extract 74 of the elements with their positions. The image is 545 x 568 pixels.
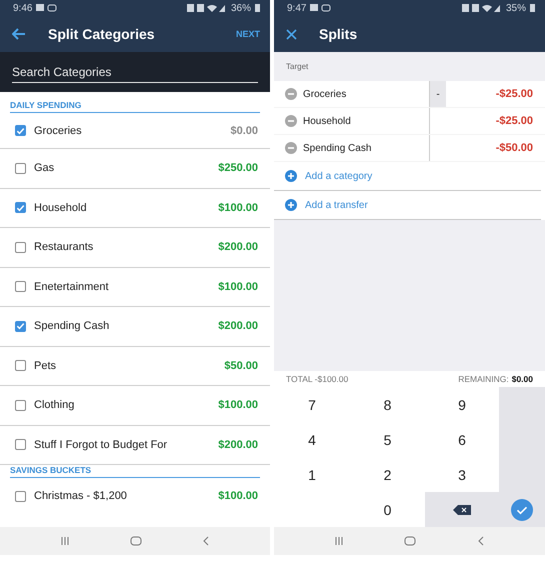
battery-percent: 36% <box>230 2 251 14</box>
back-icon[interactable] <box>202 536 210 546</box>
category-amount: $50.00 <box>224 360 258 372</box>
section-heading: SAVINGS BUCKETS <box>10 465 260 478</box>
search-bar[interactable]: Search Categories <box>0 52 270 92</box>
split-category: Household <box>303 116 352 126</box>
checkbox[interactable] <box>15 320 26 332</box>
split-amount[interactable]: -$25.00 <box>446 115 545 127</box>
backspace-icon <box>453 504 471 514</box>
status-time: 9:47 <box>287 2 306 14</box>
category-amount: $100.00 <box>218 490 258 502</box>
split-category: Groceries <box>303 88 348 100</box>
signal-icons <box>186 4 227 12</box>
status-time: 9:46 <box>13 2 32 14</box>
remove-icon[interactable] <box>285 115 297 127</box>
category-amount: $200.00 <box>218 241 258 254</box>
recent-apps-icon[interactable] <box>60 536 70 546</box>
back-arrow-icon[interactable] <box>12 28 26 40</box>
battery-icon <box>530 4 535 12</box>
remove-icon[interactable] <box>285 88 297 100</box>
screen-title: Split Categories <box>48 26 155 42</box>
section-heading: DAILY SPENDING <box>10 100 260 113</box>
battery-percent: 35% <box>506 2 526 14</box>
category-amount: $200.00 <box>218 320 258 332</box>
remove-icon[interactable] <box>285 142 297 154</box>
category-name: Groceries <box>34 124 83 136</box>
checkbox[interactable] <box>15 202 26 214</box>
total-label: TOTAL -$100.00 <box>286 374 348 384</box>
remaining-label: REMAINING: <box>458 374 509 384</box>
add-link[interactable]: Add a category <box>305 170 372 182</box>
split-category: Spending Cash <box>303 142 372 154</box>
category-amount: $100.00 <box>218 202 258 214</box>
screen-title: Splits <box>319 26 358 42</box>
sign-key[interactable]: - <box>430 81 446 107</box>
checkbox[interactable] <box>15 125 26 136</box>
category-amount: $100.00 <box>218 280 258 293</box>
split-amount[interactable]: -$25.00 <box>446 88 545 100</box>
search-field[interactable]: Search Categories <box>12 61 258 83</box>
remaining-amount: $0.00 <box>512 374 533 384</box>
checkbox[interactable] <box>15 281 26 292</box>
category-name: Household <box>34 202 88 214</box>
category-name: Restaurants <box>34 241 94 254</box>
notification-icons <box>36 4 58 12</box>
next-button[interactable]: NEXT <box>234 27 262 41</box>
close-icon[interactable] <box>286 28 297 40</box>
check-icon <box>511 498 533 520</box>
add-icon[interactable] <box>285 199 297 211</box>
add-icon[interactable] <box>285 170 297 182</box>
category-amount: $100.00 <box>218 399 258 412</box>
split-amount[interactable]: -$50.00 <box>446 142 545 154</box>
category-name: Christmas - $1,200 <box>34 490 128 502</box>
checkbox[interactable] <box>15 400 26 411</box>
category-name: Clothing <box>34 399 76 412</box>
target-label: Target <box>286 62 308 71</box>
recent-apps-icon[interactable] <box>334 536 344 546</box>
checkbox[interactable] <box>15 490 26 502</box>
category-name: Gas <box>34 162 56 174</box>
checkbox[interactable] <box>15 242 26 253</box>
category-amount: $0.00 <box>230 124 258 136</box>
category-amount: $200.00 <box>218 438 258 451</box>
checkbox[interactable] <box>15 162 26 174</box>
back-icon[interactable] <box>476 536 485 546</box>
home-icon[interactable] <box>404 536 416 546</box>
battery-icon <box>255 4 260 12</box>
category-name: Pets <box>34 360 58 372</box>
category-name: Enetertainment <box>34 280 110 293</box>
notification-icons <box>310 4 332 12</box>
category-name: Spending Cash <box>34 320 110 332</box>
checkbox[interactable] <box>15 439 26 450</box>
category-amount: $250.00 <box>218 162 258 174</box>
signal-icons <box>462 4 502 12</box>
checkbox[interactable] <box>15 360 26 372</box>
category-name: Stuff I Forgot to Budget For <box>34 438 168 451</box>
home-icon[interactable] <box>130 536 142 546</box>
